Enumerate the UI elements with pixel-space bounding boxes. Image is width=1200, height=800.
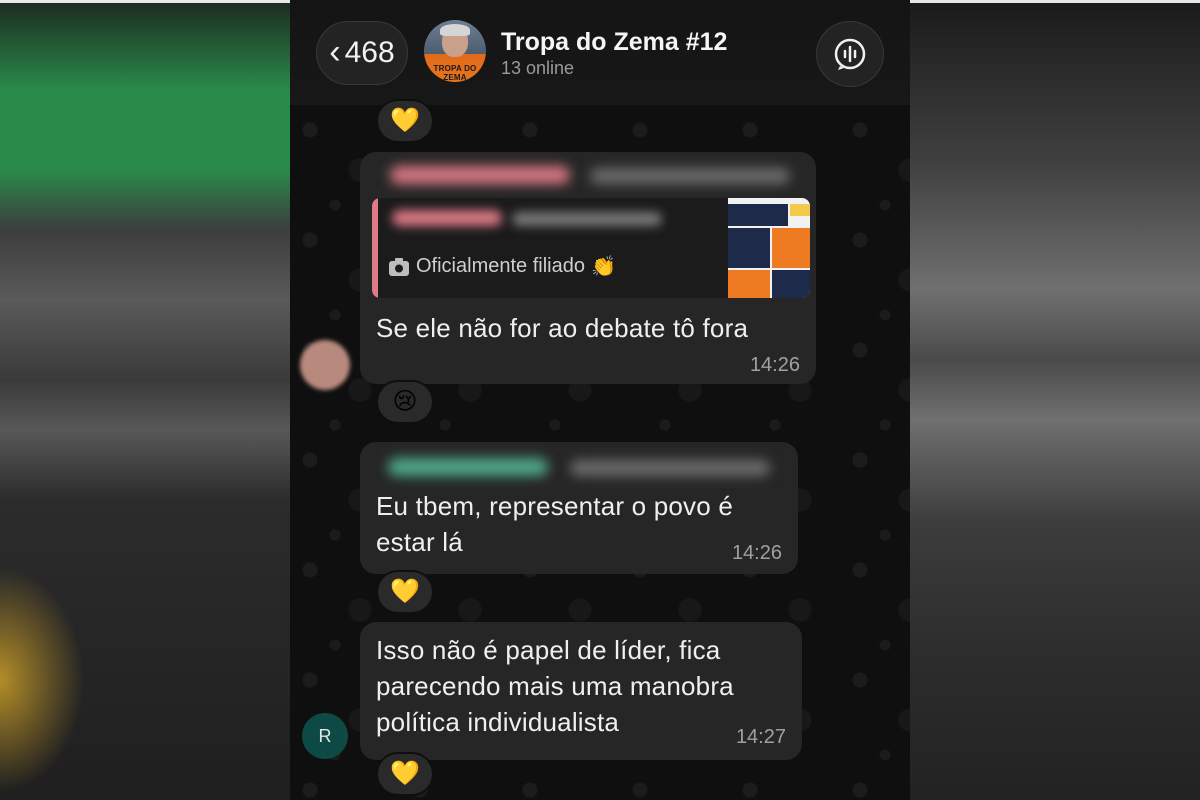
quoted-message[interactable]: Oficialmente filiado 👏 (372, 198, 810, 298)
camera-icon (389, 257, 409, 276)
unread-count: 468 (344, 36, 395, 69)
back-button[interactable]: ‹ 468 (316, 21, 408, 85)
quoted-phone-redacted (512, 212, 662, 226)
quoted-text-row: Oficialmente filiado 👏 (388, 254, 616, 279)
reaction-crying[interactable]: 😢 (376, 380, 434, 424)
blurred-background-right (910, 0, 1200, 800)
avatar-hair (440, 24, 470, 36)
group-name[interactable]: Tropa do Zema #12 (501, 28, 727, 57)
message-bubble[interactable]: Oficialmente filiado 👏 Se ele não for ao… (360, 152, 816, 384)
message-time: 14:26 (749, 354, 800, 376)
reaction-heart[interactable]: 💛 (376, 99, 434, 143)
sender-phone-redacted (570, 460, 770, 476)
quoted-text: Oficialmente filiado (416, 255, 585, 277)
quote-bar (372, 198, 378, 298)
message-bubble[interactable]: Eu tbem, representar o povo é estar lá 1… (360, 442, 798, 574)
avatar-tag: TROPA DO ZEMA (433, 64, 477, 82)
avatar[interactable] (300, 340, 350, 390)
reaction-heart[interactable]: 💛 (376, 570, 434, 614)
sender-name-redacted (388, 458, 548, 476)
avatar[interactable]: R (302, 713, 348, 759)
online-status: 13 online (501, 58, 575, 78)
message-time: 14:26 (731, 542, 782, 564)
quoted-sender-redacted (392, 210, 502, 226)
group-avatar[interactable]: TROPA DO ZEMA (424, 20, 486, 82)
voice-call-icon (834, 38, 866, 70)
sender-name-redacted (390, 166, 570, 184)
reaction-heart[interactable]: 💛 (376, 752, 434, 796)
clapping-hands-emoji: 👏 (590, 256, 616, 278)
message-text: Isso não é papel de líder, fica parecend… (376, 635, 734, 737)
chat-screen: ‹ 468 TROPA DO ZEMA Tropa do Zema #12 13… (290, 0, 910, 800)
message-text: Eu tbem, representar o povo é estar lá (376, 491, 734, 557)
message-bubble[interactable]: Isso não é papel de líder, fica parecend… (360, 622, 802, 760)
message-time: 14:27 (735, 726, 786, 748)
sender-phone-redacted (590, 168, 790, 184)
chat-header: ‹ 468 TROPA DO ZEMA Tropa do Zema #12 13… (290, 0, 910, 105)
message-text: Se ele não for ao debate tô fora (376, 313, 749, 343)
chevron-left-icon: ‹ (329, 32, 341, 71)
voice-call-button[interactable] (816, 21, 884, 87)
quoted-image-thumbnail[interactable] (728, 198, 810, 298)
